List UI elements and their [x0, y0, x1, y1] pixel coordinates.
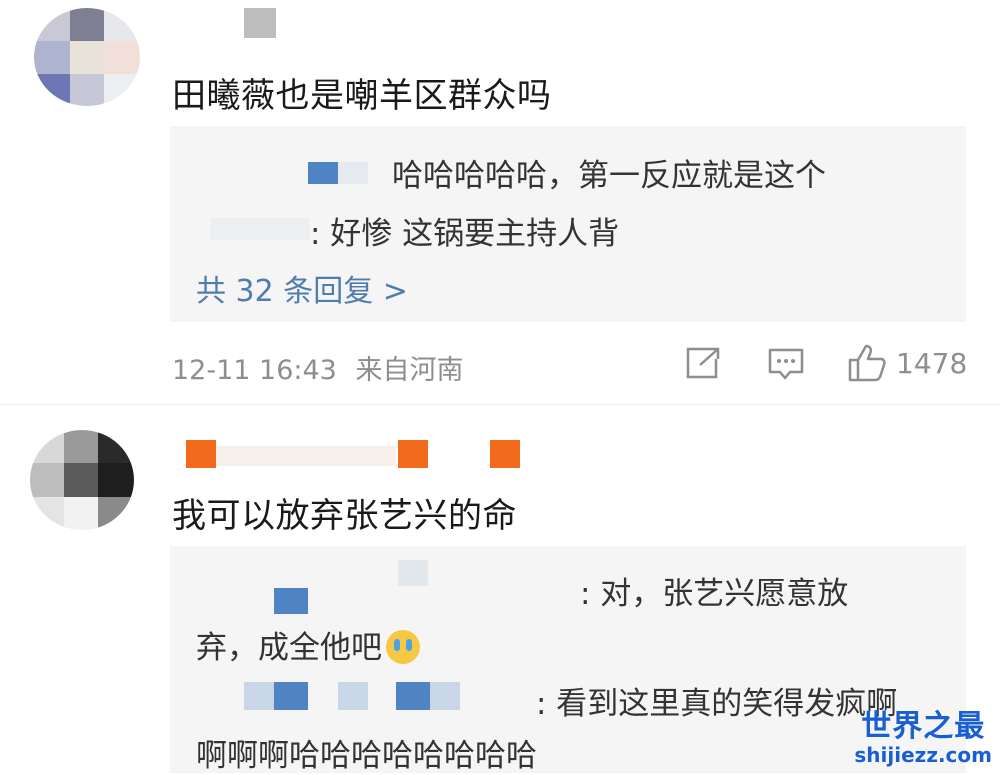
- location: 来自河南: [355, 355, 464, 386]
- share-button[interactable]: [686, 347, 720, 379]
- reply-text: : 对，张艺兴愿意放: [580, 576, 849, 612]
- like-button[interactable]: 1478: [848, 344, 967, 382]
- reply-text: 哈哈哈哈哈，第一反应就是这个: [392, 158, 826, 194]
- username-blur[interactable]: [398, 440, 428, 468]
- like-icon: [848, 344, 886, 382]
- like-count: 1478: [896, 346, 968, 380]
- reply-username-blur[interactable]: [244, 682, 274, 710]
- reply-username-blur[interactable]: [430, 682, 460, 710]
- reply-username-blur[interactable]: [308, 162, 338, 184]
- reply-username-blur[interactable]: [396, 682, 430, 710]
- avatar[interactable]: [30, 430, 134, 530]
- comment-text: 田曦薇也是嘲羊区群众吗: [172, 76, 552, 116]
- reply-username-blur[interactable]: [274, 682, 308, 710]
- reply-box[interactable]: : 对，张艺兴愿意放 弃，成全他吧 : 看到这里真的笑得发疯啊 啊啊啊哈哈哈哈哈…: [170, 546, 966, 774]
- timestamp: 12-11 16:43: [172, 355, 337, 386]
- reply-box[interactable]: 哈哈哈哈哈，第一反应就是这个 : 好惨 这锅要主持人背 共 32 条回复 >: [170, 126, 966, 322]
- reply-text: 啊啊啊哈哈哈哈哈哈哈哈: [196, 738, 537, 774]
- username-blur[interactable]: [186, 440, 216, 468]
- comment-meta: 12-11 16:43 来自河南: [172, 348, 463, 387]
- divider: [0, 404, 1000, 405]
- comment-text: 我可以放弃张艺兴的命: [172, 496, 517, 536]
- reply-username-blur[interactable]: [274, 588, 308, 614]
- reply-username-blur[interactable]: [210, 218, 310, 240]
- share-icon: [686, 347, 720, 379]
- watermark-logo: 世界之最 shijiezz.com: [854, 709, 992, 767]
- comment-button[interactable]: [768, 348, 804, 380]
- username-blur[interactable]: [490, 440, 520, 468]
- reply-text: : 看到这里真的笑得发疯啊: [536, 686, 898, 722]
- comment-icon: [768, 348, 804, 380]
- reply-text: : 好惨 这锅要主持人背: [310, 216, 620, 252]
- more-replies-link[interactable]: 共 32 条回复 >: [196, 266, 408, 310]
- reply-username-blur[interactable]: [398, 560, 428, 586]
- avatar[interactable]: [34, 8, 140, 106]
- username-blur[interactable]: [216, 446, 396, 466]
- username-blur[interactable]: [244, 8, 276, 38]
- reply-username-blur[interactable]: [338, 682, 368, 710]
- reply-text: 弃，成全他吧: [196, 622, 420, 667]
- crying-emoji-icon: [386, 630, 420, 664]
